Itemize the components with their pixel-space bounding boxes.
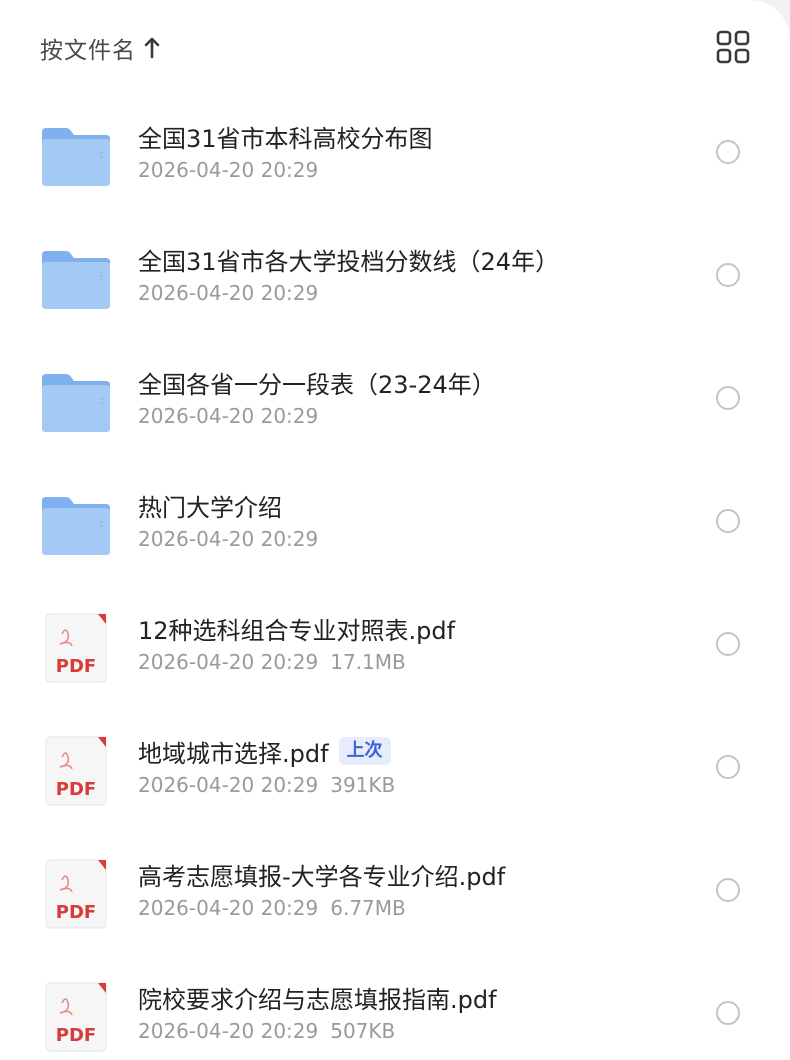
file-size: 17.1MB [330,650,406,674]
select-radio[interactable] [716,1001,740,1025]
select-radio[interactable] [716,386,740,410]
file-browser-page: 按文件名 全国31省市本科高校分布图 2026-04-20 20:29 全国31省… [0,0,790,1060]
file-meta: 2026-04-20 20:29 6.77MB [138,896,406,920]
file-date: 2026-04-20 20:29 [138,527,319,551]
sort-label: 按文件名 [40,38,136,64]
pdf-icon-label: PDF [56,902,96,923]
file-name: 全国各省一分一段表（23-24年） [138,370,496,399]
file-name: 全国31省市本科高校分布图 [138,124,433,153]
file-name-line: 地域城市选择.pdf 上次 [138,733,391,769]
file-name-line: 高考志愿填报-大学各专业介绍.pdf [138,856,505,892]
file-row[interactable]: 全国31省市本科高校分布图 2026-04-20 20:29 [0,90,790,213]
select-radio[interactable] [716,878,740,902]
pdf-file-icon: PDF [45,859,107,929]
file-name: 院校要求介绍与志愿填报指南.pdf [138,985,497,1014]
folder-icon [42,374,110,432]
file-row[interactable]: 全国各省一分一段表（23-24年） 2026-04-20 20:29 [0,336,790,459]
file-row[interactable]: PDF 院校要求介绍与志愿填报指南.pdf 2026-04-20 20:29 507… [0,951,790,1060]
arrow-up-icon [144,37,160,59]
select-radio[interactable] [716,632,740,656]
select-radio[interactable] [716,755,740,779]
file-date: 2026-04-20 20:29 [138,1019,319,1043]
pdf-icon-label: PDF [56,779,96,800]
file-row[interactable]: 热门大学介绍 2026-04-20 20:29 [0,459,790,582]
folder-icon [42,128,110,186]
file-date: 2026-04-20 20:29 [138,158,319,182]
folder-icon [42,251,110,309]
folder-icon [42,497,110,555]
file-name: 热门大学介绍 [138,493,282,522]
file-name-line: 热门大学介绍 [138,487,282,523]
pdf-file-icon: PDF [45,613,107,683]
file-name: 12种选科组合专业对照表.pdf [138,616,456,645]
file-name-line: 全国各省一分一段表（23-24年） [138,364,496,400]
file-date: 2026-04-20 20:29 [138,404,319,428]
pdf-file-icon: PDF [45,736,107,806]
select-radio[interactable] [716,140,740,164]
file-name-line: 全国31省市各大学投档分数线（24年） [138,241,559,277]
file-row[interactable]: PDF 地域城市选择.pdf 上次 2026-04-20 20:29 391KB [0,705,790,828]
file-row[interactable]: PDF 高考志愿填报-大学各专业介绍.pdf 2026-04-20 20:29 6.… [0,828,790,951]
sort-by-name-button[interactable]: 按文件名 [40,28,160,68]
file-row[interactable]: PDF 12种选科组合专业对照表.pdf 2026-04-20 20:29 17.1… [0,582,790,705]
file-date: 2026-04-20 20:29 [138,281,319,305]
pdf-icon-label: PDF [56,656,96,677]
file-name-line: 院校要求介绍与志愿填报指南.pdf [138,979,497,1015]
select-radio[interactable] [716,509,740,533]
file-list: 全国31省市本科高校分布图 2026-04-20 20:29 全国31省市各大学投… [0,90,790,1060]
file-meta: 2026-04-20 20:29 [138,281,318,305]
file-name-line: 12种选科组合专业对照表.pdf [138,610,455,646]
file-meta: 2026-04-20 20:29 [138,527,318,551]
file-date: 2026-04-20 20:29 [138,773,319,797]
file-row[interactable]: 全国31省市各大学投档分数线（24年） 2026-04-20 20:29 [0,213,790,336]
file-name: 地域城市选择.pdf [138,739,329,768]
file-list-sheet: 按文件名 全国31省市本科高校分布图 2026-04-20 20:29 全国31省… [0,0,790,1060]
grid-view-icon[interactable] [716,30,750,64]
file-meta: 2026-04-20 20:29 391KB [138,773,395,797]
pdf-file-icon: PDF [45,982,107,1052]
file-size: 6.77MB [330,896,406,920]
file-meta: 2026-04-20 20:29 507KB [138,1019,395,1043]
file-meta: 2026-04-20 20:29 17.1MB [138,650,406,674]
file-name-line: 全国31省市本科高校分布图 [138,118,433,154]
file-size: 507KB [330,1019,396,1043]
file-name: 全国31省市各大学投档分数线（24年） [138,247,560,276]
last-opened-badge: 上次 [338,737,391,765]
file-meta: 2026-04-20 20:29 [138,158,318,182]
file-date: 2026-04-20 20:29 [138,650,319,674]
file-name: 高考志愿填报-大学各专业介绍.pdf [138,862,506,891]
file-meta: 2026-04-20 20:29 [138,404,318,428]
file-date: 2026-04-20 20:29 [138,896,319,920]
file-size: 391KB [330,773,396,797]
pdf-icon-label: PDF [56,1025,96,1046]
select-radio[interactable] [716,263,740,287]
